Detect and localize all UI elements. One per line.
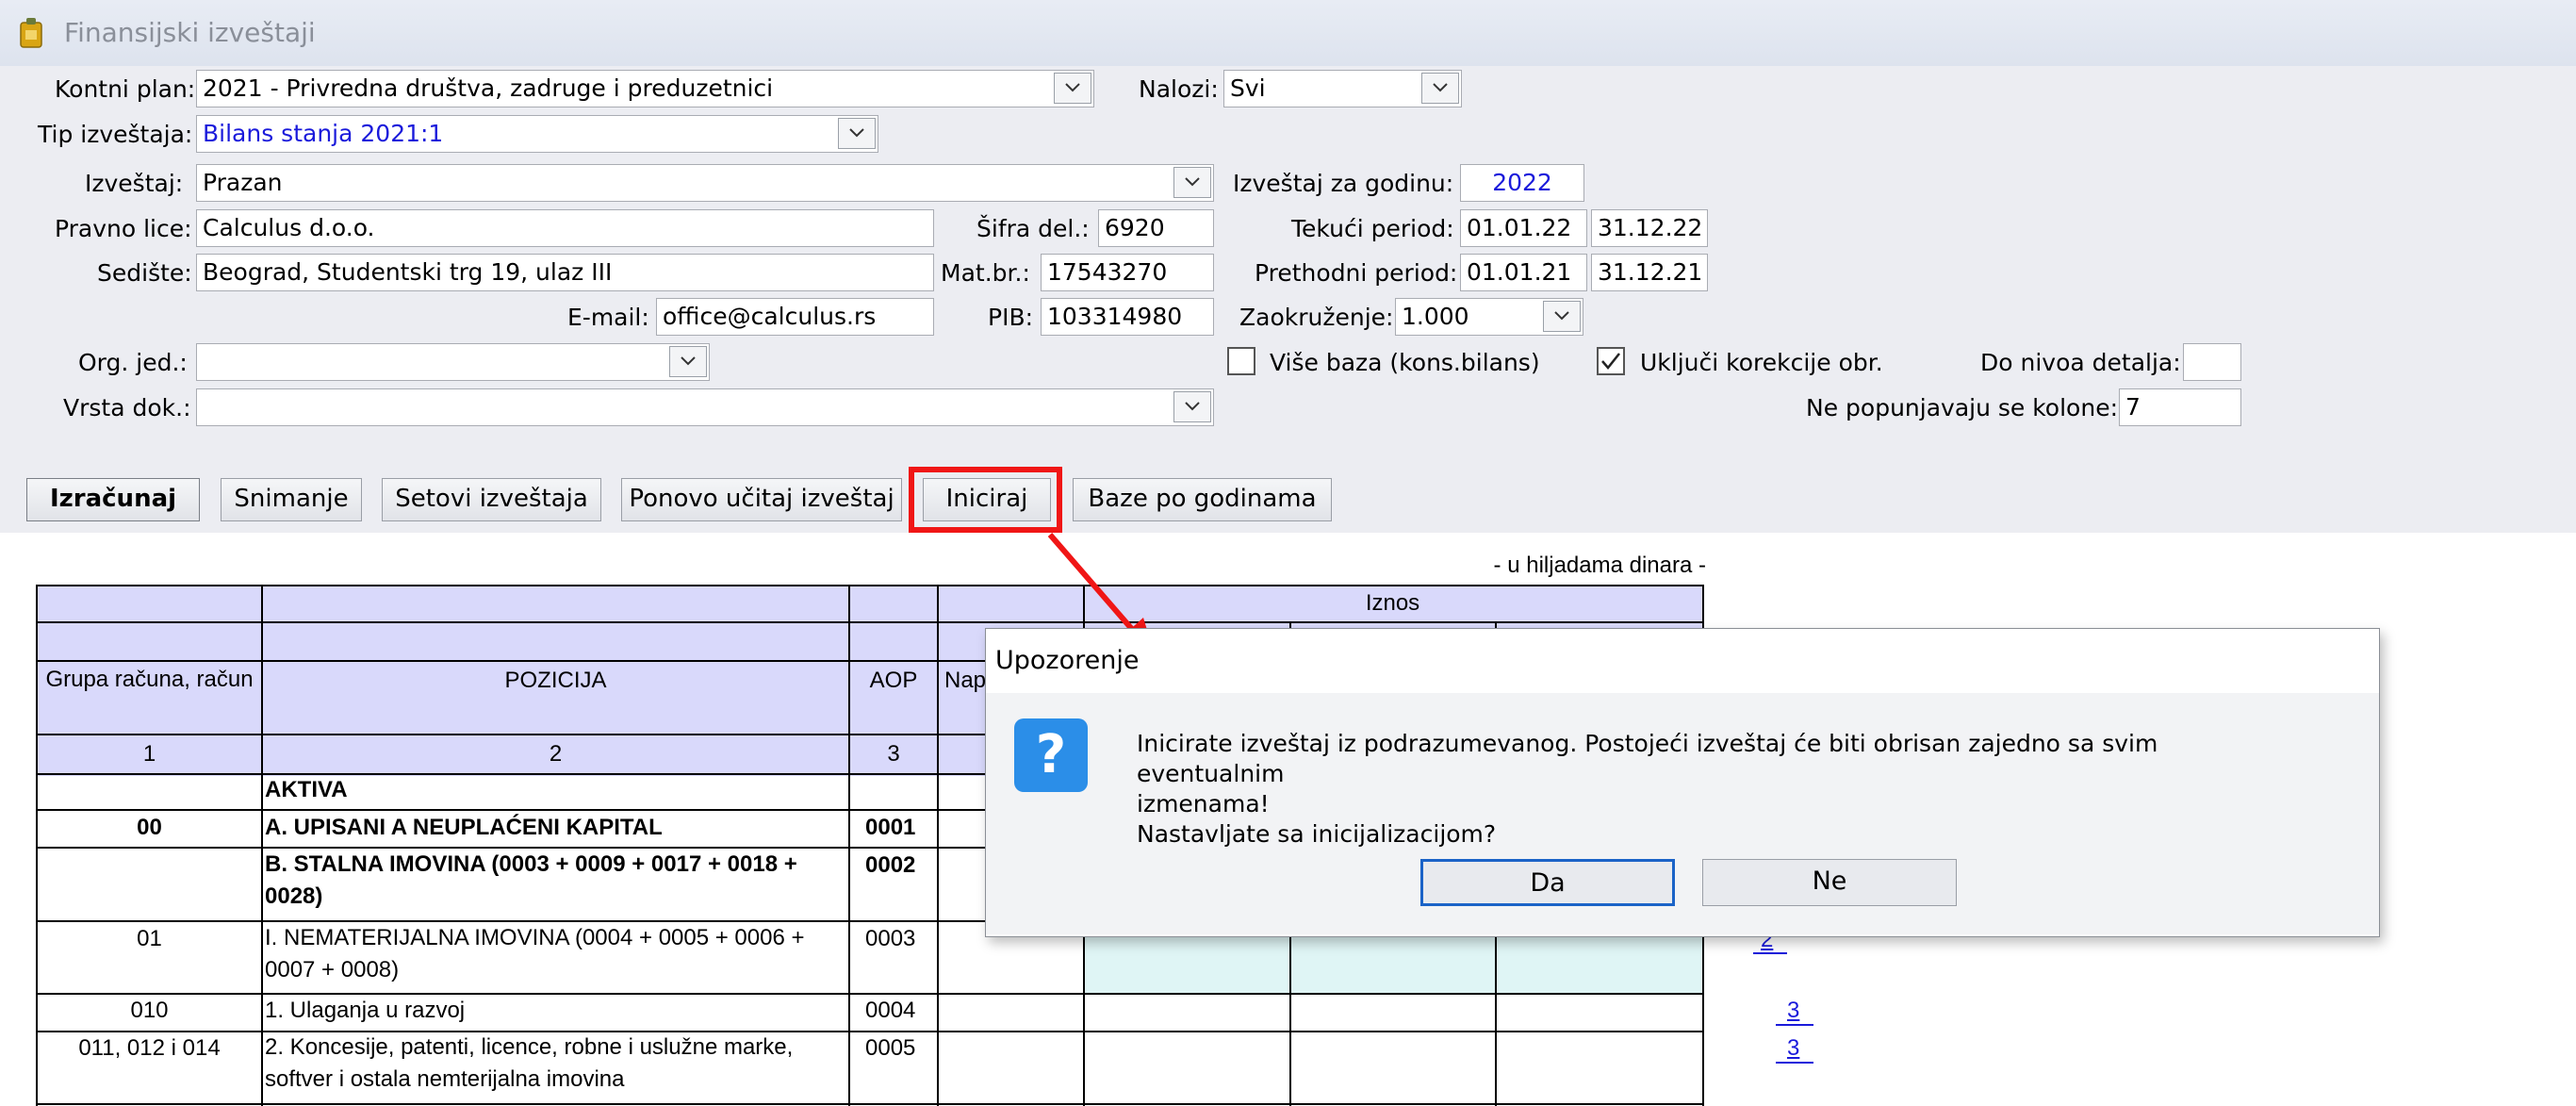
chevron-down-icon[interactable]	[1173, 167, 1211, 198]
do-nivoa-field[interactable]	[2183, 343, 2241, 381]
izracunaj-button[interactable]: Izračunaj	[26, 478, 200, 521]
zaokruzenje-select[interactable]: 1.000	[1395, 298, 1583, 336]
warning-dialog: Upozorenje ? Inicirate izveštaj iz podra…	[985, 628, 2380, 937]
tip-izvestaja-label: Tip izveštaja:	[38, 121, 193, 148]
ponovo-ucitaj-button[interactable]: Ponovo učitaj izveštaj	[621, 478, 902, 521]
window-titlebar: Finansijski izveštaji	[0, 0, 2576, 66]
row-grupa: 01	[137, 926, 162, 951]
col-pozicija-header: POZICIJA	[504, 668, 607, 693]
vise-baza-checkbox[interactable]	[1227, 347, 1255, 375]
side-link[interactable]: 3	[1787, 1035, 1799, 1062]
chevron-down-icon[interactable]	[838, 118, 876, 149]
pib-field[interactable]: 103314980	[1041, 298, 1214, 336]
dialog-title: Upozorenje	[995, 646, 1140, 675]
dialog-body: ? Inicirate izveštaj iz podrazumevanog. …	[986, 693, 2379, 934]
ne-popunjavaju-label: Ne popunjavaju se kolone:	[1806, 394, 2118, 421]
matbr-field[interactable]: 17543270	[1041, 254, 1214, 291]
row-pozicija: 1. Ulaganja u razvoj	[265, 998, 466, 1023]
nalozi-label: Nalozi:	[1139, 75, 1219, 103]
kontni-plan-select[interactable]: 2021 - Privredna društva, zadruge i pred…	[196, 70, 1094, 107]
zaokruzenje-label: Zaokruženje:	[1239, 304, 1394, 331]
row-grupa: 00	[137, 815, 162, 840]
vrsta-dok-label: Vrsta dok.:	[63, 394, 191, 421]
col-num-2: 2	[549, 741, 563, 767]
nalozi-select[interactable]: Svi	[1223, 70, 1462, 107]
dialog-message-line3: Nastavljate sa inicijalizacijom?	[1137, 820, 1497, 848]
sediste-label: Sedište:	[97, 259, 192, 287]
setovi-izvestaja-button[interactable]: Setovi izveštaja	[382, 478, 601, 521]
org-jed-label: Org. jed.:	[78, 349, 188, 376]
chevron-down-icon[interactable]	[669, 346, 707, 377]
dialog-message-line1: Inicirate izveštaj iz podrazumevanog. Po…	[1137, 730, 2158, 787]
izvestaj-value: Prazan	[203, 169, 283, 196]
ukljuci-korekcije-checkbox[interactable]	[1597, 347, 1625, 375]
da-button[interactable]: Da	[1420, 859, 1675, 906]
chevron-down-icon[interactable]	[1543, 301, 1581, 332]
prethodni-from-field[interactable]: 01.01.21	[1460, 254, 1587, 291]
row-pozicija: I. NEMATERIJALNA IMOVINA (0004 + 0005 + …	[265, 925, 805, 982]
chevron-down-icon[interactable]	[1421, 73, 1459, 104]
col-num-1: 1	[142, 741, 156, 767]
sifra-field[interactable]: 6920	[1098, 209, 1214, 247]
row-aop: 0004	[865, 998, 916, 1023]
iznos-header: Iznos	[1365, 590, 1420, 616]
chevron-down-icon[interactable]	[1054, 73, 1091, 104]
tip-izvestaja-value: Bilans stanja 2021:1	[203, 120, 444, 147]
vise-baza-label: Više baza (kons.bilans)	[1270, 349, 1540, 376]
email-label: E-mail:	[567, 304, 649, 331]
matbr-label: Mat.br.:	[941, 259, 1030, 287]
question-icon: ?	[1014, 718, 1088, 792]
zaokruzenje-value: 1.000	[1402, 303, 1469, 330]
tip-izvestaja-select[interactable]: Bilans stanja 2021:1	[196, 115, 878, 153]
ukljuci-korekcije-label: Uključi korekcije obr.	[1640, 349, 1883, 376]
baze-po-godinama-button[interactable]: Baze po godinama	[1073, 478, 1332, 521]
vrsta-dok-select[interactable]	[196, 388, 1214, 426]
sediste-field[interactable]: Beograd, Studentski trg 19, ulaz III	[196, 254, 934, 291]
pib-label: PIB:	[988, 304, 1034, 331]
row-grupa: 010	[130, 998, 169, 1023]
row-pozicija: AKTIVA	[265, 777, 348, 802]
check-icon	[1601, 353, 1620, 370]
row-grupa: 011, 012 i 014	[78, 1035, 221, 1061]
pravno-lice-label: Pravno lice:	[55, 215, 192, 242]
org-jed-select[interactable]	[196, 343, 710, 381]
izvestaj-label: Izveštaj:	[85, 170, 184, 197]
godina-field[interactable]: 2022	[1460, 164, 1584, 202]
row-pozicija: 2. Koncesije, patenti, licence, robne i …	[265, 1034, 794, 1092]
unit-note: - u hiljadama dinara -	[1493, 553, 1706, 578]
prethodni-to-field[interactable]: 31.12.21	[1591, 254, 1708, 291]
kontni-plan-value: 2021 - Privredna društva, zadruge i pred…	[203, 74, 774, 102]
izvestaj-select[interactable]: Prazan	[196, 164, 1214, 202]
do-nivoa-label: Do nivoa detalja:	[1980, 349, 2181, 376]
godina-label: Izveštaj za godinu:	[1233, 170, 1454, 197]
col-aop-header: AOP	[869, 668, 918, 693]
row-pozicija: A. UPISANI A NEUPLAĆENI KAPITAL	[265, 815, 663, 840]
tekuci-to-field[interactable]: 31.12.22	[1591, 209, 1708, 247]
row-aop: 0001	[865, 815, 916, 840]
row-pozicija: B. STALNA IMOVINA (0003 + 0009 + 0017 + …	[265, 851, 797, 909]
chevron-down-icon[interactable]	[1173, 391, 1211, 422]
row-aop: 0003	[865, 926, 916, 951]
app-icon	[19, 17, 43, 49]
col-grupa-header: Grupa računa, račun	[45, 667, 254, 692]
dialog-message-line2: izmenama!	[1137, 790, 1270, 817]
tekuci-from-field[interactable]: 01.01.22	[1460, 209, 1587, 247]
nalozi-value: Svi	[1230, 74, 1266, 102]
kontni-plan-label: Kontni plan:	[55, 75, 196, 103]
tekuci-period-label: Tekući period:	[1291, 215, 1454, 242]
sifra-label: Šifra del.:	[976, 215, 1090, 242]
side-link[interactable]: 3	[1787, 998, 1799, 1024]
ne-popunjavaju-field[interactable]: 7	[2119, 388, 2241, 426]
col-num-3: 3	[887, 741, 900, 767]
prethodni-period-label: Prethodni period:	[1255, 259, 1458, 287]
email-field[interactable]: office@calculus.rs	[656, 298, 934, 336]
ne-button[interactable]: Ne	[1702, 859, 1957, 906]
row-aop: 0002	[865, 852, 916, 878]
row-aop: 0005	[865, 1035, 916, 1061]
dialog-message: Inicirate izveštaj iz podrazumevanog. Po…	[1137, 729, 2192, 850]
pravno-lice-field[interactable]: Calculus d.o.o.	[196, 209, 934, 247]
window-title: Finansijski izveštaji	[64, 17, 316, 48]
snimanje-button[interactable]: Snimanje	[221, 478, 362, 521]
